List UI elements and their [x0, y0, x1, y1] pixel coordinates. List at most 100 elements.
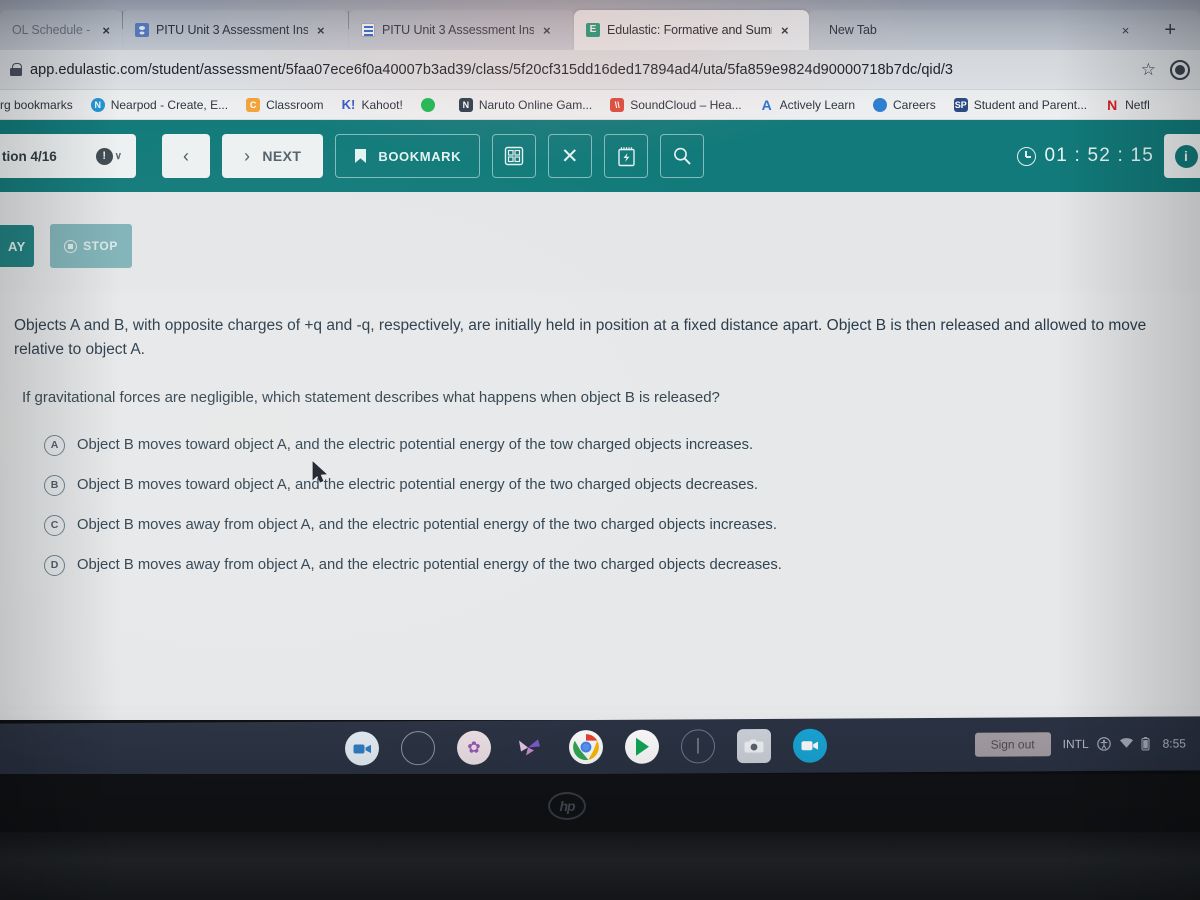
accessibility-icon	[1096, 737, 1111, 751]
tab-close-icon[interactable]: ×	[1122, 23, 1144, 38]
careers-icon	[873, 97, 888, 112]
bookmark-student-parent[interactable]: SP Student and Parent...	[945, 97, 1096, 112]
help-button[interactable]: i	[1164, 134, 1200, 178]
lock-icon	[10, 63, 22, 76]
bookmark-label: Classroom	[266, 97, 324, 112]
chromeos-shelf: ✿ ⎮ Sign out INTL 8:55	[0, 716, 1200, 778]
scratchpad-button[interactable]	[604, 134, 649, 178]
browser-tab-0[interactable]: OL Schedule - Go ×	[0, 10, 122, 50]
choice-text: Object B moves away from object A, and t…	[77, 516, 777, 533]
origami-crane-icon	[519, 739, 540, 756]
bookmark-label: BOOKMARK	[378, 148, 462, 164]
browser-tab-1[interactable]: PITU Unit 3 Assessment Instruc ×	[123, 10, 348, 50]
screen-bezel	[0, 774, 1200, 832]
countdown-timer: 01 : 52 : 15	[1016, 145, 1164, 167]
strikethrough-tool-button[interactable]: ✕	[548, 134, 593, 178]
previous-question-button[interactable]: ‹	[162, 134, 210, 178]
video-app-icon[interactable]	[793, 728, 827, 763]
video-camera-icon	[801, 741, 818, 751]
info-icon: i	[1174, 144, 1198, 168]
bookmark-classroom[interactable]: C Classroom	[237, 97, 332, 112]
choice-bubble[interactable]: D	[44, 554, 65, 576]
choice-bubble[interactable]: B	[44, 474, 65, 496]
chevron-down-icon: ∨	[114, 150, 122, 162]
answer-choice-a[interactable]: A Object B moves toward object A, and th…	[44, 434, 1182, 456]
stop-audio-button[interactable]: STOP	[50, 224, 132, 268]
drive-app-icon[interactable]: ⎮	[681, 729, 715, 764]
address-bar-url[interactable]: app.edulastic.com/student/assessment/5fa…	[30, 62, 1137, 78]
shelf-app-dock: ✿ ⎮	[345, 728, 827, 766]
bookmark-spotify[interactable]	[412, 97, 450, 112]
browser-tab-title: New Tab	[829, 23, 877, 37]
bookmarks-overflow[interactable]: rg bookmarks	[0, 98, 82, 112]
play-label: AY	[8, 238, 26, 254]
chrome-app-icon[interactable]	[569, 729, 603, 765]
choice-bubble[interactable]: C	[44, 514, 65, 536]
tab-close-icon[interactable]: ×	[100, 24, 112, 37]
answer-choice-b[interactable]: B Object B moves toward object A, and th…	[44, 474, 1182, 496]
answer-choice-d[interactable]: D Object B moves away from object A, and…	[44, 554, 1182, 576]
chrome-browser-window: OL Schedule - Go × PITU Unit 3 Assessmen…	[0, 0, 1200, 720]
chevron-right-icon: ›	[244, 145, 251, 166]
chevron-left-icon: ‹	[183, 145, 189, 166]
magnifier-button[interactable]	[660, 134, 705, 178]
actively-learn-icon: A	[761, 96, 772, 113]
bookmark-label: Careers	[893, 97, 936, 112]
question-counter-label: tion 4/16	[2, 148, 57, 164]
bookmark-flag-icon	[355, 149, 367, 163]
document-icon	[361, 23, 375, 37]
bookmark-naruto[interactable]: N Naruto Online Gam...	[450, 97, 601, 112]
status-area[interactable]: INTL 8:55	[1063, 736, 1186, 751]
shelf-status-tray: Sign out INTL 8:55	[974, 731, 1186, 757]
answer-choice-c[interactable]: C Object B moves away from object A, and…	[44, 514, 1182, 536]
camera-app-icon[interactable]	[737, 728, 771, 764]
bookmark-netflix[interactable]: N Netfl	[1096, 98, 1159, 112]
bookmark-star-icon[interactable]: ☆	[1141, 60, 1156, 80]
assessment-toolbar: tion 4/16 ! ∨ ‹ › NEXT BOOKMARK ✕ 01: 5…	[0, 120, 1200, 192]
question-info-dropdown[interactable]: ! ∨	[95, 147, 122, 165]
question-stem: Objects A and B, with opposite charges o…	[14, 317, 1147, 358]
omnibox-row: app.edulastic.com/student/assessment/5fa…	[0, 50, 1200, 90]
play-audio-button[interactable]: AY	[0, 225, 34, 267]
laptop-screen-photo: OL Schedule - Go × PITU Unit 3 Assessmen…	[0, 0, 1200, 900]
browser-tab-edulastic-active[interactable]: E Edulastic: Formative and Summ ×	[574, 10, 809, 50]
profile-avatar-icon[interactable]	[1170, 59, 1190, 80]
play-store-app-icon[interactable]	[625, 729, 659, 764]
choice-text: Object B moves toward object A, and the …	[77, 476, 759, 493]
new-tab-button[interactable]: +	[1150, 20, 1190, 40]
soundcloud-icon: \\	[610, 97, 625, 112]
origami-app-icon[interactable]	[513, 730, 547, 764]
bookmark-kahoot[interactable]: K! Kahoot!	[332, 97, 411, 112]
tab-close-icon[interactable]: ×	[315, 24, 327, 37]
locale-label: INTL	[1062, 737, 1089, 752]
tab-close-icon[interactable]: ×	[541, 24, 553, 37]
browser-tab-2[interactable]: PITU Unit 3 Assessment Instruc ×	[349, 10, 574, 50]
flower-icon: ✿	[467, 739, 481, 757]
search-icon	[674, 147, 691, 165]
bookmark-soundcloud[interactable]: \\ SoundCloud – Hea...	[601, 97, 750, 112]
calculator-button[interactable]	[492, 134, 537, 178]
bookmark-actively-learn[interactable]: A Actively Learn	[751, 98, 864, 112]
sign-out-button[interactable]: Sign out	[974, 732, 1051, 757]
person-icon	[135, 23, 149, 37]
stop-icon	[64, 239, 78, 253]
circle-app-icon[interactable]	[401, 731, 435, 766]
stop-label: STOP	[83, 239, 118, 253]
bookmarks-overflow-label: rg bookmarks	[0, 97, 73, 112]
clock-label[interactable]: 8:55	[1163, 736, 1186, 750]
hp-logo: hp	[548, 792, 586, 820]
bookmark-careers[interactable]: Careers	[864, 97, 945, 112]
audio-control-strip: AY STOP	[0, 192, 1200, 292]
photos-app-icon[interactable]: ✿	[457, 730, 491, 765]
bookmark-nearpod[interactable]: N Nearpod - Create, E...	[82, 97, 237, 112]
sign-out-label: Sign out	[990, 737, 1035, 752]
next-question-button[interactable]: › NEXT	[222, 134, 324, 178]
browser-tab-title: OL Schedule - Go	[12, 23, 93, 37]
student-parent-icon: SP	[953, 97, 968, 112]
choice-bubble[interactable]: A	[44, 434, 65, 456]
bookmark-label: Student and Parent...	[973, 97, 1088, 112]
tab-close-icon[interactable]: ×	[779, 24, 791, 37]
browser-tab-new-tab[interactable]: New Tab × +	[809, 10, 1200, 50]
zoom-app-icon[interactable]	[345, 731, 379, 766]
bookmark-button[interactable]: BOOKMARK	[335, 134, 481, 178]
